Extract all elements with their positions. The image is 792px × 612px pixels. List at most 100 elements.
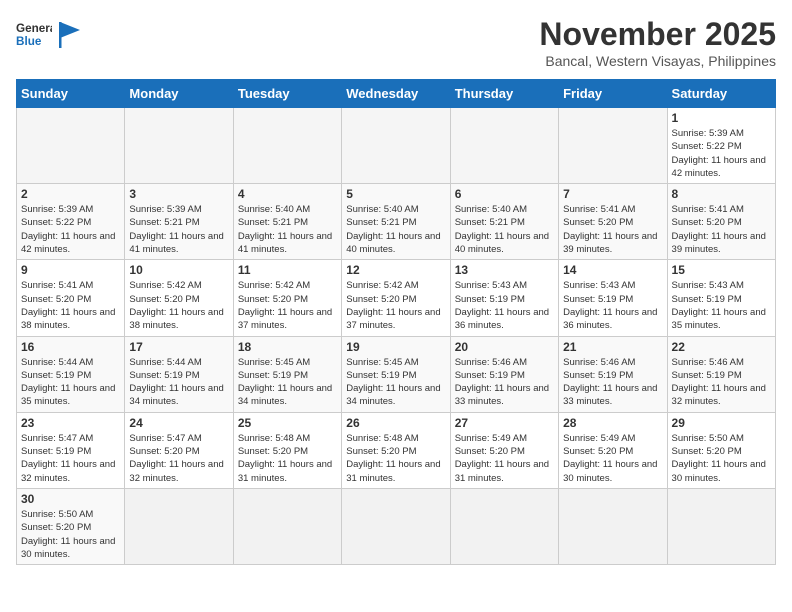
calendar-cell — [559, 108, 667, 184]
calendar-cell: 26Sunrise: 5:48 AM Sunset: 5:20 PM Dayli… — [342, 412, 450, 488]
calendar-cell: 8 Sunrise: 5:41 AM Sunset: 5:20 PM Daylig… — [667, 184, 775, 260]
calendar-cell: 7Sunrise: 5:41 AM Sunset: 5:20 PM Daylig… — [559, 184, 667, 260]
day-number: 17 — [129, 340, 228, 354]
day-number: 18 — [238, 340, 337, 354]
weekday-header-saturday: Saturday — [667, 80, 775, 108]
calendar-cell: 3Sunrise: 5:39 AM Sunset: 5:21 PM Daylig… — [125, 184, 233, 260]
day-number: 30 — [21, 492, 120, 506]
calendar-row: 2 Sunrise: 5:39 AM Sunset: 5:22 PM Daylig… — [17, 184, 776, 260]
calendar-row: 23 Sunrise: 5:47 AM Sunset: 5:19 PM Dayli… — [17, 412, 776, 488]
calendar-cell: 16 Sunrise: 5:44 AM Sunset: 5:19 PM Dayli… — [17, 336, 125, 412]
day-info: Sunrise: 5:46 AM Sunset: 5:19 PM Dayligh… — [672, 356, 771, 409]
day-number: 25 — [238, 416, 337, 430]
day-info: Sunrise: 5:40 AM Sunset: 5:21 PM Dayligh… — [238, 203, 337, 256]
day-info: Sunrise: 5:39 AM Sunset: 5:22 PM Dayligh… — [672, 127, 771, 180]
weekday-header-row: SundayMondayTuesdayWednesdayThursdayFrid… — [17, 80, 776, 108]
calendar-cell — [342, 108, 450, 184]
svg-text:Blue: Blue — [16, 35, 42, 48]
day-number: 1 — [672, 111, 771, 125]
weekday-header-sunday: Sunday — [17, 80, 125, 108]
calendar-cell: 4 Sunrise: 5:40 AM Sunset: 5:21 PM Daylig… — [233, 184, 341, 260]
calendar-cell: 5 Sunrise: 5:40 AM Sunset: 5:21 PM Daylig… — [342, 184, 450, 260]
calendar: SundayMondayTuesdayWednesdayThursdayFrid… — [16, 79, 776, 565]
day-info: Sunrise: 5:47 AM Sunset: 5:20 PM Dayligh… — [129, 432, 228, 485]
calendar-cell — [450, 488, 558, 564]
day-info: Sunrise: 5:39 AM Sunset: 5:21 PM Dayligh… — [129, 203, 228, 256]
day-number: 14 — [563, 263, 662, 277]
svg-text:General: General — [16, 22, 52, 35]
day-info: Sunrise: 5:49 AM Sunset: 5:20 PM Dayligh… — [563, 432, 662, 485]
weekday-header-thursday: Thursday — [450, 80, 558, 108]
day-info: Sunrise: 5:41 AM Sunset: 5:20 PM Dayligh… — [563, 203, 662, 256]
day-info: Sunrise: 5:44 AM Sunset: 5:19 PM Dayligh… — [21, 356, 120, 409]
day-info: Sunrise: 5:42 AM Sunset: 5:20 PM Dayligh… — [346, 279, 445, 332]
calendar-cell: 15Sunrise: 5:43 AM Sunset: 5:19 PM Dayli… — [667, 260, 775, 336]
day-info: Sunrise: 5:44 AM Sunset: 5:19 PM Dayligh… — [129, 356, 228, 409]
logo: General Blue — [16, 16, 84, 52]
day-number: 5 — [346, 187, 445, 201]
calendar-cell: 11Sunrise: 5:42 AM Sunset: 5:20 PM Dayli… — [233, 260, 341, 336]
calendar-cell — [125, 108, 233, 184]
day-info: Sunrise: 5:47 AM Sunset: 5:19 PM Dayligh… — [21, 432, 120, 485]
calendar-cell: 14Sunrise: 5:43 AM Sunset: 5:19 PM Dayli… — [559, 260, 667, 336]
calendar-cell — [559, 488, 667, 564]
day-number: 21 — [563, 340, 662, 354]
calendar-cell: 17 Sunrise: 5:44 AM Sunset: 5:19 PM Dayli… — [125, 336, 233, 412]
day-info: Sunrise: 5:42 AM Sunset: 5:20 PM Dayligh… — [238, 279, 337, 332]
day-info: Sunrise: 5:40 AM Sunset: 5:21 PM Dayligh… — [346, 203, 445, 256]
calendar-cell: 19Sunrise: 5:45 AM Sunset: 5:19 PM Dayli… — [342, 336, 450, 412]
calendar-cell: 12 Sunrise: 5:42 AM Sunset: 5:20 PM Dayli… — [342, 260, 450, 336]
calendar-cell — [125, 488, 233, 564]
calendar-cell — [233, 488, 341, 564]
calendar-cell: 1 Sunrise: 5:39 AM Sunset: 5:22 PM Daylig… — [667, 108, 775, 184]
day-info: Sunrise: 5:41 AM Sunset: 5:20 PM Dayligh… — [672, 203, 771, 256]
day-info: Sunrise: 5:50 AM Sunset: 5:20 PM Dayligh… — [672, 432, 771, 485]
day-number: 12 — [346, 263, 445, 277]
day-info: Sunrise: 5:49 AM Sunset: 5:20 PM Dayligh… — [455, 432, 554, 485]
calendar-cell — [17, 108, 125, 184]
day-info: Sunrise: 5:39 AM Sunset: 5:22 PM Dayligh… — [21, 203, 120, 256]
day-info: Sunrise: 5:45 AM Sunset: 5:19 PM Dayligh… — [238, 356, 337, 409]
calendar-row: 9 Sunrise: 5:41 AM Sunset: 5:20 PM Daylig… — [17, 260, 776, 336]
day-number: 20 — [455, 340, 554, 354]
day-info: Sunrise: 5:41 AM Sunset: 5:20 PM Dayligh… — [21, 279, 120, 332]
day-number: 22 — [672, 340, 771, 354]
title-area: November 2025 Bancal, Western Visayas, P… — [539, 16, 776, 69]
header: General Blue November 2025 Bancal, Weste… — [16, 16, 776, 69]
calendar-cell — [233, 108, 341, 184]
day-info: Sunrise: 5:42 AM Sunset: 5:20 PM Dayligh… — [129, 279, 228, 332]
day-number: 8 — [672, 187, 771, 201]
day-info: Sunrise: 5:43 AM Sunset: 5:19 PM Dayligh… — [455, 279, 554, 332]
day-info: Sunrise: 5:50 AM Sunset: 5:20 PM Dayligh… — [21, 508, 120, 561]
day-info: Sunrise: 5:48 AM Sunset: 5:20 PM Dayligh… — [238, 432, 337, 485]
day-number: 9 — [21, 263, 120, 277]
calendar-cell: 22 Sunrise: 5:46 AM Sunset: 5:19 PM Dayli… — [667, 336, 775, 412]
calendar-cell: 10 Sunrise: 5:42 AM Sunset: 5:20 PM Dayli… — [125, 260, 233, 336]
location-subtitle: Bancal, Western Visayas, Philippines — [539, 53, 776, 69]
day-number: 15 — [672, 263, 771, 277]
day-number: 29 — [672, 416, 771, 430]
day-number: 6 — [455, 187, 554, 201]
calendar-cell: 28 Sunrise: 5:49 AM Sunset: 5:20 PM Dayli… — [559, 412, 667, 488]
day-info: Sunrise: 5:46 AM Sunset: 5:19 PM Dayligh… — [455, 356, 554, 409]
calendar-row: 1 Sunrise: 5:39 AM Sunset: 5:22 PM Daylig… — [17, 108, 776, 184]
day-number: 10 — [129, 263, 228, 277]
calendar-cell: 20 Sunrise: 5:46 AM Sunset: 5:19 PM Dayli… — [450, 336, 558, 412]
day-number: 26 — [346, 416, 445, 430]
flag-icon — [56, 20, 84, 48]
calendar-row: 16 Sunrise: 5:44 AM Sunset: 5:19 PM Dayli… — [17, 336, 776, 412]
calendar-cell: 21Sunrise: 5:46 AM Sunset: 5:19 PM Dayli… — [559, 336, 667, 412]
calendar-cell — [342, 488, 450, 564]
day-number: 28 — [563, 416, 662, 430]
day-number: 16 — [21, 340, 120, 354]
calendar-cell — [450, 108, 558, 184]
calendar-cell: 23 Sunrise: 5:47 AM Sunset: 5:19 PM Dayli… — [17, 412, 125, 488]
day-number: 4 — [238, 187, 337, 201]
day-number: 23 — [21, 416, 120, 430]
day-info: Sunrise: 5:40 AM Sunset: 5:21 PM Dayligh… — [455, 203, 554, 256]
day-number: 27 — [455, 416, 554, 430]
calendar-cell — [667, 488, 775, 564]
day-number: 2 — [21, 187, 120, 201]
calendar-cell: 13Sunrise: 5:43 AM Sunset: 5:19 PM Dayli… — [450, 260, 558, 336]
logo-icon: General Blue — [16, 16, 52, 52]
